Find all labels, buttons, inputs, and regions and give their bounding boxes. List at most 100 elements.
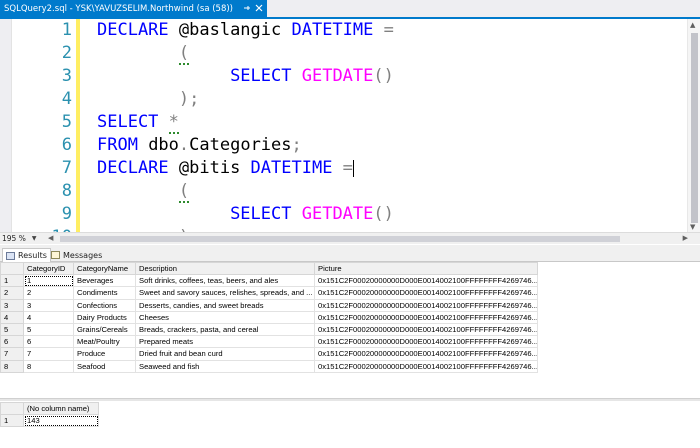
column-header[interactable]: CategoryID [23, 261, 74, 276]
code-line[interactable]: DECLARE @bitis DATETIME = [97, 157, 354, 180]
row-number[interactable]: 1 [0, 274, 24, 288]
results-grid-2[interactable]: (No column name) 1 143 [0, 401, 700, 448]
tab-results[interactable]: Results [2, 248, 51, 262]
scrollbar-thumb[interactable] [691, 33, 698, 223]
tab-results-label: Results [18, 251, 47, 260]
scroll-down-icon[interactable]: ▼ [690, 223, 695, 231]
table-cell[interactable]: 0x151C2F00020000000D000E0014002100FFFFFF… [314, 298, 538, 312]
code-line[interactable]: SELECT GETDATE() [97, 203, 394, 226]
table-row[interactable]: 7 7 Produce Dried fruit and bean curd 0x151C… [0, 347, 538, 361]
scroll-left-icon[interactable]: ◀ [48, 234, 53, 242]
table-cell[interactable]: Dairy Products [73, 310, 136, 324]
editor-vertical-scrollbar[interactable]: ▲ ▼ [687, 19, 700, 232]
row-number[interactable]: 2 [0, 286, 24, 300]
scroll-up-icon[interactable]: ▲ [690, 21, 695, 29]
results-grid[interactable]: CategoryID CategoryName Description Picture… [0, 261, 700, 398]
tab-messages-label: Messages [63, 250, 103, 260]
table-cell[interactable]: 0x151C2F00020000000D000E0014002100FFFFFF… [314, 322, 538, 337]
close-icon[interactable] [254, 4, 263, 13]
table-cell[interactable]: Soft drinks, coffees, teas, beers, and a… [135, 274, 315, 288]
table-cell[interactable]: Desserts, candies, and sweet breads [135, 298, 315, 312]
row-number[interactable]: 7 [0, 347, 24, 361]
code-token: ( [178, 43, 190, 65]
hscrollbar-thumb[interactable] [60, 236, 620, 242]
table-cell[interactable]: 5 [23, 322, 74, 337]
table-cell[interactable]: 7 [23, 347, 74, 361]
table-cell[interactable]: Dried fruit and bean curd [135, 347, 315, 361]
code-token: * [168, 112, 179, 134]
table-row[interactable]: 1 1 Beverages Soft drinks, coffees, teas, b… [0, 274, 538, 288]
table-cell[interactable]: Cheeses [135, 310, 315, 324]
table-cell[interactable]: Meat/Poultry [73, 335, 136, 349]
table-cell[interactable]: 143 [23, 414, 99, 428]
table-cell[interactable]: 0x151C2F00020000000D000E0014002100FFFFFF… [314, 286, 538, 300]
table-cell[interactable]: 0x151C2F00020000000D000E0014002100FFFFFF… [314, 274, 538, 288]
table-cell[interactable]: 3 [23, 298, 74, 312]
table-row[interactable]: 5 5 Grains/Cereals Breads, crackers, pasta,… [0, 322, 538, 337]
table-cell[interactable]: 1 [23, 274, 74, 288]
row-number[interactable]: 1 [0, 414, 24, 428]
code-line[interactable]: SELECT * [97, 111, 179, 134]
table-cell[interactable]: 2 [23, 286, 74, 300]
results-splitter[interactable] [0, 398, 700, 401]
table-cell[interactable]: Produce [73, 347, 136, 361]
column-header[interactable]: CategoryName [73, 261, 136, 276]
row-number[interactable]: 6 [0, 335, 24, 349]
table-cell[interactable]: 0x151C2F00020000000D000E0014002100FFFFFF… [314, 335, 538, 349]
table-row[interactable]: 8 8 Seafood Seaweed and fish 0x151C2F0002000… [0, 359, 538, 373]
table-cell[interactable]: Beverages [73, 274, 136, 288]
column-header[interactable]: (No column name) [23, 401, 99, 416]
table-cell[interactable]: Confections [73, 298, 136, 312]
results-table-2: (No column name) 1 143 [0, 401, 99, 428]
table-row[interactable]: 2 2 Condiments Sweet and savory sauces, rel… [0, 286, 538, 300]
table-row[interactable]: 3 3 Confections Desserts, candies, and swee… [0, 298, 538, 312]
table-row[interactable]: 1 143 [0, 414, 99, 428]
column-header[interactable]: Picture [314, 261, 538, 276]
table-cell[interactable]: Seaweed and fish [135, 359, 315, 373]
code-line[interactable]: SELECT GETDATE() [97, 65, 394, 88]
table-cell[interactable]: Seafood [73, 359, 136, 373]
column-header[interactable] [0, 401, 24, 416]
table-cell[interactable]: 4 [23, 310, 74, 324]
table-cell[interactable]: Condiments [73, 286, 136, 300]
document-tab[interactable]: SQLQuery2.sql - YSK\YAVUZSELIM.Northwind… [0, 0, 267, 17]
table-cell[interactable]: 0x151C2F00020000000D000E0014002100FFFFFF… [314, 359, 538, 373]
code-line[interactable]: FROM dbo.Categories; [97, 134, 302, 157]
table-row[interactable]: 6 6 Meat/Poultry Prepared meats 0x151C2F0002… [0, 335, 538, 349]
zoom-dropdown[interactable]: 195 % ▼ [2, 233, 36, 244]
code-token: DATETIME [291, 20, 374, 40]
zoom-value: 195 % [2, 234, 26, 243]
column-header[interactable] [0, 261, 24, 276]
pin-icon[interactable] [242, 4, 251, 13]
code-token: @bitis [168, 158, 251, 178]
tab-messages[interactable]: Messages [48, 248, 105, 262]
code-token: DECLARE [97, 158, 169, 178]
scroll-right-icon[interactable]: ▶ [683, 234, 688, 242]
document-tab-bar: SQLQuery2.sql - YSK\YAVUZSELIM.Northwind… [0, 0, 700, 19]
column-header[interactable]: Description [135, 261, 315, 276]
table-cell[interactable]: Sweet and savory sauces, relishes, sprea… [135, 286, 315, 300]
table-cell[interactable]: 0x151C2F00020000000D000E0014002100FFFFFF… [314, 347, 538, 361]
code-token: DECLARE [97, 20, 169, 40]
row-number[interactable]: 5 [0, 322, 24, 337]
table-cell[interactable]: Prepared meats [135, 335, 315, 349]
row-number[interactable]: 8 [0, 359, 24, 373]
table-cell[interactable]: 8 [23, 359, 74, 373]
row-number[interactable]: 4 [0, 310, 24, 324]
table-cell[interactable]: 6 [23, 335, 74, 349]
code-line[interactable]: ( [97, 180, 190, 203]
table-cell[interactable]: Breads, crackers, pasta, and cereal [135, 322, 315, 337]
table-cell[interactable]: 0x151C2F00020000000D000E0014002100FFFFFF… [314, 310, 538, 324]
table-row[interactable]: 4 4 Dairy Products Cheeses 0x151C2F000200000… [0, 310, 538, 324]
change-tracking-bar [76, 19, 80, 232]
code-line[interactable]: DECLARE @baslangic DATETIME = [97, 19, 394, 42]
code-line[interactable]: ); [97, 88, 199, 111]
code-line[interactable]: ( [97, 42, 190, 65]
sql-editor[interactable]: 12345678910 DECLARE @baslangic DATETIME … [0, 19, 700, 232]
editor-horizontal-scrollbar[interactable]: ◀ ▶ [48, 234, 688, 243]
table-cell[interactable]: Grains/Cereals [73, 322, 136, 337]
chevron-down-icon[interactable]: ▼ [32, 235, 37, 242]
row-number[interactable]: 3 [0, 298, 24, 312]
